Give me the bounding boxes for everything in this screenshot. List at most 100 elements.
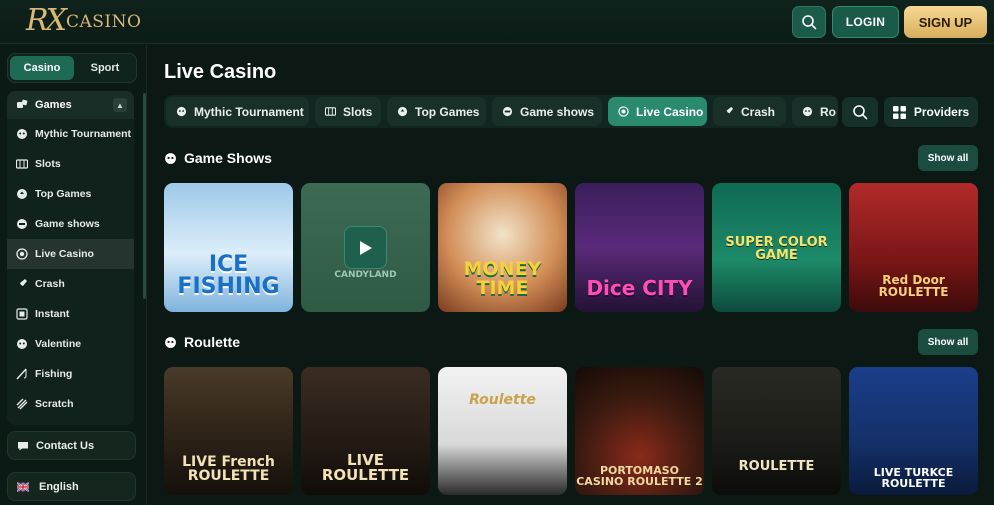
game-title: Roulette xyxy=(469,392,536,408)
top-games-icon xyxy=(16,188,28,200)
casino-sport-switch: Casino Sport xyxy=(7,53,137,83)
live-casino-icon xyxy=(16,248,28,260)
providers-button[interactable]: Providers xyxy=(884,97,978,127)
section-title-roulette: Roulette xyxy=(164,334,240,350)
sidebar-item-live-casino[interactable]: Live Casino xyxy=(7,239,134,269)
tab-label: Live Casino xyxy=(636,104,704,119)
login-button[interactable]: LOGIN xyxy=(832,6,899,38)
play-button[interactable] xyxy=(344,226,387,269)
segment-sport[interactable]: Sport xyxy=(74,56,136,80)
header-search-button[interactable] xyxy=(792,6,826,38)
game-shows-icon xyxy=(502,106,513,117)
fishing-icon xyxy=(16,368,28,380)
game-title: LIVE ROULETTE xyxy=(321,451,410,484)
game-card-portomaso-roulette-2[interactable]: PORTOMASO CASINO ROULETTE 2 xyxy=(575,367,704,495)
tab-live-casino[interactable]: Live Casino xyxy=(608,97,707,126)
game-card-candyland[interactable]: CANDYLAND xyxy=(301,183,430,312)
instant-icon xyxy=(16,308,28,320)
uk-flag-icon xyxy=(17,481,29,493)
tab-slots[interactable]: Slots xyxy=(315,97,381,126)
sidebar-item-valentine[interactable]: Valentine xyxy=(7,329,134,359)
crash-icon xyxy=(723,106,734,117)
game-card-sticky-streak-roulette[interactable]: ROULETTE xyxy=(712,367,841,495)
game-shows-icon xyxy=(16,218,28,230)
language-selector[interactable]: English xyxy=(7,472,136,501)
game-title: LIVE TURKCE ROULETTE xyxy=(873,466,954,490)
sidebar-item-top-games[interactable]: Top Games xyxy=(7,179,134,209)
tab-top-games[interactable]: Top Games xyxy=(387,97,486,126)
game-title: LIVE French ROULETTE xyxy=(182,454,275,484)
roulette-icon xyxy=(802,106,813,117)
contact-us-button[interactable]: Contact Us xyxy=(7,431,136,460)
signup-button[interactable]: SIGN UP xyxy=(904,6,987,38)
game-title: ICE FISHING xyxy=(177,252,280,299)
tab-mythic-tournament[interactable]: Mythic Tournament xyxy=(166,97,309,126)
crash-icon xyxy=(16,278,28,290)
sidebar: Casino Sport Games ▲ Mythic Tournament S… xyxy=(0,45,147,505)
sidebar-item-fishing[interactable]: Fishing xyxy=(7,359,134,389)
sidebar-item-scratch[interactable]: Scratch xyxy=(7,389,134,419)
sidebar-item-label: Mythic Tournament xyxy=(35,128,132,140)
sidebar-item-slots[interactable]: Slots xyxy=(7,149,134,179)
tab-label: Slots xyxy=(343,104,373,119)
game-card-live-turkce-roulette[interactable]: LIVE TURKCE ROULETTE xyxy=(849,367,978,495)
chat-icon xyxy=(17,440,29,452)
games-label: Games xyxy=(35,99,72,111)
game-card-live-roulette[interactable]: LIVE ROULETTE xyxy=(301,367,430,495)
game-card-money-time[interactable]: MONEY TIME xyxy=(438,183,567,312)
top-bar: RX CASINO LOGIN SIGN UP xyxy=(0,0,994,44)
segment-casino[interactable]: Casino xyxy=(10,56,74,80)
sidebar-item-label: Game shows xyxy=(35,218,100,230)
games-group-header[interactable]: Games ▲ xyxy=(7,91,134,119)
slots-icon xyxy=(16,158,28,170)
tournament-icon xyxy=(176,106,187,117)
sidebar-item-game-shows[interactable]: Game shows xyxy=(7,209,134,239)
show-all-game-shows-button[interactable]: Show all xyxy=(918,145,978,171)
game-card-red-door-roulette[interactable]: Red Door ROULETTE xyxy=(849,183,978,312)
tab-roulette[interactable]: Ro xyxy=(792,97,838,126)
sidebar-item-label: Fishing xyxy=(35,368,73,380)
top-games-icon xyxy=(397,106,408,117)
sidebar-item-mythic-tournament[interactable]: Mythic Tournament xyxy=(7,119,134,149)
game-card-super-color-game[interactable]: SUPER COLOR GAME xyxy=(712,183,841,312)
tab-label: Mythic Tournament xyxy=(194,104,304,119)
game-card-ice-fishing[interactable]: ICE FISHING xyxy=(164,183,293,312)
tab-crash[interactable]: Crash xyxy=(713,97,786,126)
games-nav: Games ▲ Mythic Tournament Slots Top Game… xyxy=(7,91,134,425)
sidebar-item-label: Valentine xyxy=(35,338,82,350)
grid-icon xyxy=(892,105,906,119)
tournament-icon xyxy=(16,128,28,140)
chevron-up-icon[interactable]: ▲ xyxy=(113,98,127,112)
slots-icon xyxy=(325,106,336,117)
section-title-text: Game Shows xyxy=(184,150,272,166)
site-logo[interactable]: RX CASINO xyxy=(26,4,141,38)
sidebar-item-label: Instant xyxy=(35,308,70,320)
logo-text: CASINO xyxy=(65,12,142,32)
live-casino-icon xyxy=(618,106,629,117)
sidebar-item-crash[interactable]: Crash xyxy=(7,269,134,299)
game-card-roulette[interactable]: Roulette xyxy=(438,367,567,495)
game-card-live-french-roulette[interactable]: LIVE French ROULETTE xyxy=(164,367,293,495)
section-title-text: Roulette xyxy=(184,334,240,350)
game-card-dice-city[interactable]: Dice CITY xyxy=(575,183,704,312)
show-all-roulette-button[interactable]: Show all xyxy=(918,329,978,355)
providers-label: Providers xyxy=(913,105,970,119)
sidebar-item-label: Crash xyxy=(35,278,65,290)
valentine-icon xyxy=(16,338,28,350)
roulette-icon xyxy=(164,336,177,349)
tab-game-shows[interactable]: Game shows xyxy=(492,97,602,126)
game-title: Dice CITY xyxy=(586,276,693,300)
tab-label: Ro xyxy=(820,104,836,119)
language-label: English xyxy=(39,480,79,493)
contact-label: Contact Us xyxy=(36,439,95,452)
sidebar-item-instant[interactable]: Instant xyxy=(7,299,134,329)
sidebar-item-label: Slots xyxy=(35,158,61,170)
game-title: ROULETTE xyxy=(738,459,815,474)
game-shows-icon xyxy=(164,152,177,165)
page-title: Live Casino xyxy=(164,61,277,83)
scratch-icon xyxy=(16,398,28,410)
logo-mark: RX xyxy=(26,3,67,38)
game-title: SUPER COLOR GAME xyxy=(725,235,828,263)
sidebar-scrollbar[interactable] xyxy=(143,93,146,299)
games-search-button[interactable] xyxy=(842,97,878,127)
